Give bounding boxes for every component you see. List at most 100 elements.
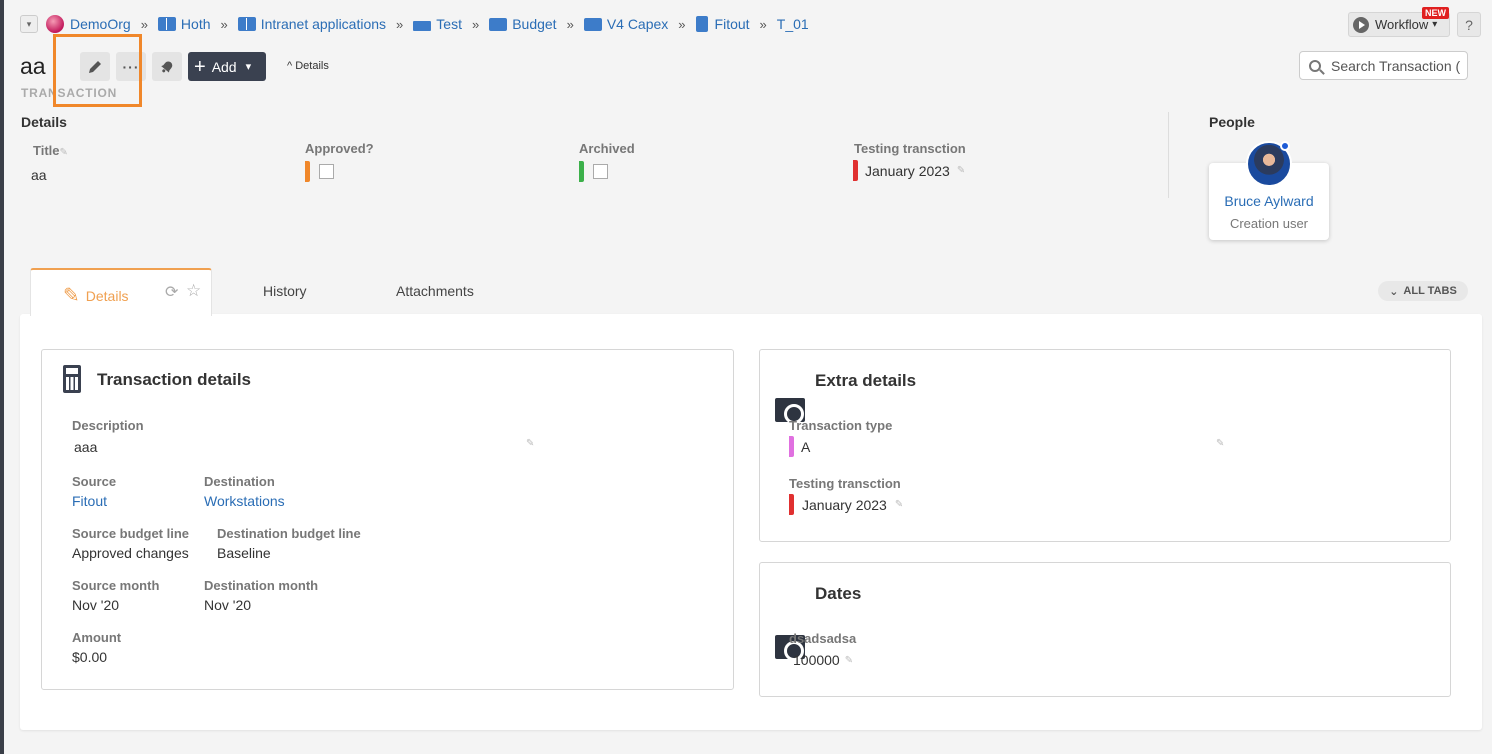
book-icon — [237, 17, 256, 31]
breadcrumb-item-current[interactable]: T_01 — [777, 16, 809, 32]
breadcrumb-separator: » — [678, 16, 686, 32]
notifications-button[interactable] — [152, 52, 182, 81]
amount-label: Amount — [72, 630, 122, 645]
destination-label: Destination — [204, 474, 275, 489]
breadcrumb-item-hoth[interactable]: Hoth — [157, 16, 211, 32]
search-placeholder: Search Transaction ( — [1331, 57, 1461, 74]
chevron-up-icon: ^ — [287, 60, 293, 72]
breadcrumb-label: DemoOrg — [70, 16, 131, 32]
transaction-details-panel — [41, 349, 734, 690]
dsadsadsa-value: 100000 — [793, 652, 840, 668]
source-month-value: Nov '20 — [72, 597, 120, 613]
approved-field — [305, 161, 334, 182]
extra-testing-label: Testing transction — [789, 476, 901, 491]
archived-field-label: Archived — [579, 141, 635, 156]
pencil-icon: ✎ — [63, 285, 80, 307]
dsadsadsa-field: 100000 ✎ — [793, 652, 853, 668]
dsadsadsa-label: dsadsadsa — [789, 631, 857, 646]
breadcrumb-separator: » — [140, 16, 148, 32]
extra-testing-value: January 2023 — [802, 496, 887, 513]
breadcrumb-label: Intranet applications — [260, 16, 387, 32]
page-title: aa — [20, 53, 46, 79]
testing-field-label: Testing transction — [854, 141, 966, 156]
tab-attachments[interactable]: Attachments — [396, 283, 474, 299]
chevron-down-icon: ⌄ — [1389, 285, 1399, 298]
details-toggle-link[interactable]: ^ Details — [287, 60, 329, 72]
breadcrumb-separator: » — [471, 16, 480, 32]
plus-icon: + — [194, 55, 206, 78]
refresh-icon[interactable]: ⟳ — [165, 282, 178, 302]
pencil-icon[interactable]: ✎ — [957, 165, 965, 176]
breadcrumb-separator: » — [396, 16, 404, 32]
add-button[interactable]: + Add ▾ — [188, 52, 266, 81]
breadcrumb-item-org[interactable]: DemoOrg — [46, 15, 131, 33]
search-input[interactable]: Search Transaction ( — [1299, 51, 1468, 80]
dates-panel — [759, 562, 1451, 697]
people-section-title: People — [1209, 114, 1255, 130]
approved-flag — [305, 161, 310, 182]
search-icon — [1309, 59, 1321, 72]
person-name[interactable]: Bruce Aylward — [1209, 193, 1329, 209]
title-field-label: Title✎ — [33, 143, 68, 158]
pencil-icon[interactable]: ✎ — [1216, 438, 1224, 449]
breadcrumb-item-fitout[interactable]: Fitout — [695, 16, 750, 32]
breadcrumb-item-budget[interactable]: Budget — [489, 16, 557, 32]
pencil-icon[interactable]: ✎ — [526, 438, 534, 449]
destination-budget-line-label: Destination budget line — [217, 526, 361, 541]
source-label: Source — [72, 474, 117, 489]
breadcrumb-item-test[interactable]: Test — [413, 16, 462, 32]
breadcrumb-item-v4-capex[interactable]: V4 Capex — [583, 16, 668, 32]
approved-field-label: Approved? — [305, 141, 374, 156]
left-edge-bar — [0, 0, 4, 754]
destination-link[interactable]: Workstations — [204, 493, 285, 509]
online-status-icon — [1280, 141, 1290, 151]
org-logo-icon — [46, 15, 64, 33]
archived-flag — [579, 161, 584, 182]
destination-budget-line-value: Baseline — [217, 545, 271, 561]
description-label: Description — [72, 418, 144, 433]
amount-value: $0.00 — [72, 649, 108, 665]
archived-checkbox[interactable] — [593, 164, 608, 179]
tab-history[interactable]: History — [263, 283, 307, 299]
section-divider — [1168, 112, 1169, 198]
box-icon — [413, 20, 432, 31]
breadcrumb-separator: » — [220, 16, 228, 32]
breadcrumb-label: Budget — [512, 16, 557, 32]
title-field-value: aa — [31, 167, 47, 183]
star-icon[interactable]: ☆ — [186, 281, 201, 301]
breadcrumb-label: Hoth — [180, 16, 211, 32]
transaction-type-label: Transaction type — [789, 418, 893, 433]
highlight-box — [53, 34, 142, 107]
pencil-icon[interactable]: ✎ — [60, 147, 68, 158]
new-badge: NEW — [1422, 7, 1449, 19]
play-icon — [1353, 16, 1369, 33]
help-button[interactable]: ? — [1457, 12, 1481, 37]
breadcrumb-label: Fitout — [714, 16, 750, 32]
transaction-details-title: Transaction details — [97, 370, 251, 389]
tab-details-label[interactable]: ✎ Details — [63, 283, 129, 308]
pencil-icon[interactable]: ✎ — [895, 499, 903, 510]
approved-checkbox[interactable] — [319, 164, 334, 179]
printer-icon — [583, 17, 602, 31]
breadcrumb-toggle-button[interactable]: ▾ — [20, 15, 38, 33]
source-budget-line-value: Approved changes — [72, 545, 189, 561]
testing-flag — [853, 160, 858, 181]
pencil-icon[interactable]: ✎ — [845, 655, 853, 666]
workflow-label: Workflow — [1375, 17, 1429, 32]
calculator-icon — [695, 16, 708, 32]
breadcrumb-separator: » — [759, 16, 767, 32]
extra-details-title: Extra details — [815, 371, 917, 390]
all-tabs-button[interactable]: ⌄ ALL TABS — [1378, 281, 1468, 301]
breadcrumb-item-intranet[interactable]: Intranet applications — [237, 16, 387, 32]
breadcrumb-label: Test — [436, 16, 462, 32]
extra-testing-field: January 2023 ✎ — [789, 494, 903, 515]
book-icon — [157, 17, 176, 31]
archived-field — [579, 161, 608, 182]
chevron-down-icon: ▾ — [1432, 19, 1438, 30]
destination-month-value: Nov '20 — [204, 597, 252, 613]
testing-field: January 2023 ✎ — [853, 160, 965, 181]
chevron-down-icon: ▾ — [245, 61, 252, 73]
source-link[interactable]: Fitout — [72, 493, 107, 509]
calculator-icon — [63, 365, 81, 393]
description-value: aaa — [74, 439, 98, 455]
